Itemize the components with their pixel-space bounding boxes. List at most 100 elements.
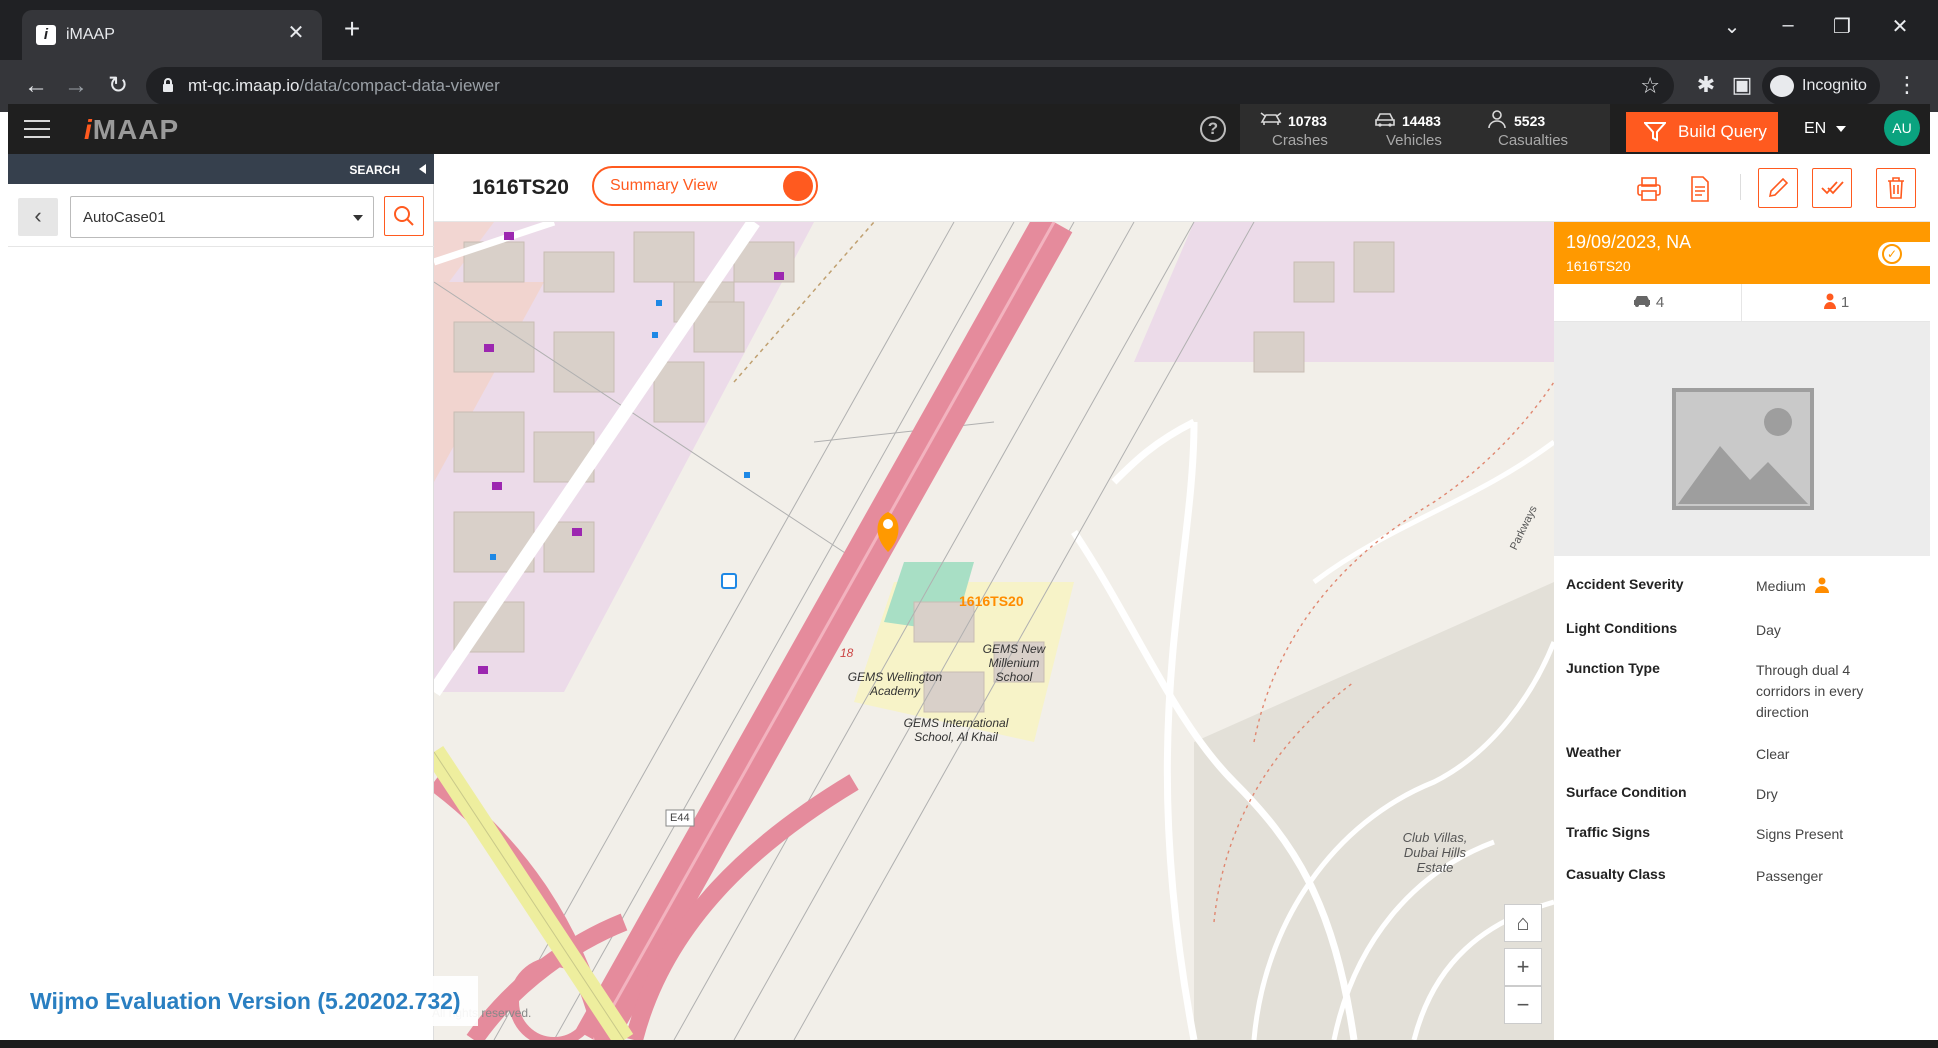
- incognito-badge[interactable]: Incognito: [1762, 67, 1880, 105]
- road-number-label: 18: [840, 646, 854, 660]
- crash-icon: [1260, 112, 1282, 125]
- incognito-icon: [1770, 75, 1794, 97]
- logo-prefix: i: [84, 114, 93, 145]
- wijmo-watermark: Wijmo Evaluation Version (5.20202.732): [18, 976, 478, 1026]
- map-view[interactable]: 1616TS20 E44 18 GEMS Wellington Academy …: [434, 222, 1554, 1040]
- attr-value: Signs Present: [1756, 826, 1844, 842]
- zoom-out-button[interactable]: −: [1504, 986, 1542, 1024]
- attr-label: Casualty Class: [1566, 866, 1666, 882]
- photo-placeholder[interactable]: [1554, 322, 1930, 556]
- close-window-icon[interactable]: ✕: [1880, 14, 1920, 39]
- verify-toggle[interactable]: ✓: [1878, 242, 1930, 266]
- restore-icon[interactable]: ❐: [1822, 14, 1862, 39]
- chevron-down-icon: [353, 215, 363, 221]
- search-button[interactable]: [384, 196, 424, 236]
- content-toolbar: 1616TS20 Summary View: [434, 154, 1930, 222]
- url-host: mt-qc.imaap.io: [188, 76, 300, 95]
- hamburger-menu-icon[interactable]: [24, 120, 50, 140]
- user-avatar[interactable]: AU: [1884, 110, 1920, 146]
- chevron-down-icon[interactable]: [1836, 126, 1846, 132]
- summary-view-label: Summary View: [610, 177, 718, 194]
- logo-text: MAAP: [92, 114, 180, 145]
- route-shield-label: E44: [670, 812, 690, 824]
- person-icon: [1488, 110, 1506, 128]
- divider: [8, 246, 434, 247]
- close-tab-icon[interactable]: ✕: [284, 21, 308, 45]
- url-path: /data/compact-data-viewer: [299, 76, 500, 95]
- search-icon: [394, 206, 414, 226]
- forward-icon[interactable]: →: [62, 72, 90, 100]
- attr-label: Accident Severity: [1566, 576, 1684, 592]
- attr-value: Passenger: [1756, 868, 1823, 884]
- casualty-count-value: 1: [1840, 294, 1850, 311]
- language-select[interactable]: EN: [1804, 120, 1826, 138]
- new-tab-icon[interactable]: +: [336, 14, 368, 46]
- school-label: GEMS International School, Al Khail: [903, 716, 1009, 744]
- car-icon: [1375, 113, 1395, 127]
- extensions-icon[interactable]: ✱: [1692, 72, 1720, 98]
- person-icon: [1823, 293, 1836, 309]
- bookmark-star-icon[interactable]: ☆: [1640, 73, 1660, 99]
- build-query-button[interactable]: Build Query: [1626, 112, 1778, 152]
- stat-label: Crashes: [1272, 132, 1328, 149]
- help-icon[interactable]: ?: [1200, 116, 1226, 142]
- toggle-knob: [783, 171, 813, 201]
- address-bar[interactable]: mt-qc.imaap.io/data/compact-data-viewer …: [146, 67, 1674, 105]
- school-label: GEMS New Millenium School: [982, 642, 1046, 684]
- minimize-icon[interactable]: –: [1768, 14, 1808, 37]
- trash-icon: [1888, 177, 1904, 199]
- back-icon[interactable]: ←: [22, 72, 50, 100]
- vehicle-count[interactable]: 4: [1554, 284, 1742, 322]
- back-button[interactable]: ‹: [18, 198, 58, 236]
- taskbar: [0, 1040, 1938, 1048]
- attr-value: Day: [1756, 622, 1781, 638]
- summary-view-toggle[interactable]: Summary View: [592, 166, 818, 206]
- attr-label: Traffic Signs: [1566, 824, 1651, 840]
- url-text: mt-qc.imaap.io/data/compact-data-viewer: [188, 76, 500, 96]
- detail-panel: 19/09/2023, NA 1616TS20 ✓ 4 1 Accident S…: [1554, 222, 1930, 1048]
- home-button[interactable]: ⌂: [1504, 904, 1542, 942]
- divider: [1740, 174, 1741, 200]
- incognito-label: Incognito: [1802, 77, 1867, 94]
- search-strip-label: SEARCH: [349, 163, 400, 177]
- side-panel-icon[interactable]: ▣: [1728, 72, 1756, 98]
- case-select[interactable]: AutoCase01: [70, 196, 374, 238]
- browser-menu-icon[interactable]: ⋮: [1896, 72, 1918, 98]
- stat-value: 10783: [1288, 113, 1327, 129]
- document-icon[interactable]: [1682, 172, 1716, 206]
- screen: i iMAAP ✕ + ⌄ – ❐ ✕ ← → ↻ mt-qc.imaap.io…: [0, 0, 1938, 1048]
- detail-counts: 4 1: [1554, 284, 1930, 322]
- casualty-count[interactable]: 1: [1742, 284, 1930, 322]
- stat-value: 5523: [1514, 113, 1546, 129]
- car-icon: [1633, 296, 1650, 307]
- edit-button[interactable]: [1758, 168, 1798, 208]
- detail-header: 19/09/2023, NA 1616TS20 ✓: [1554, 222, 1930, 284]
- commercial-area: [1134, 222, 1554, 362]
- reload-icon[interactable]: ↻: [104, 72, 132, 100]
- attr-label: Junction Type: [1566, 660, 1660, 676]
- map-canvas: [434, 222, 1554, 1040]
- school-label: GEMS Wellington Academy: [847, 670, 943, 698]
- print-icon[interactable]: [1632, 172, 1666, 206]
- tab-search-icon[interactable]: ⌄: [1712, 14, 1752, 39]
- delete-button[interactable]: [1876, 168, 1916, 208]
- search-strip: SEARCH: [8, 154, 434, 184]
- lock-icon: [163, 78, 173, 92]
- double-check-icon: [1821, 181, 1844, 195]
- filter-icon: [1644, 122, 1666, 142]
- browser-tab[interactable]: i iMAAP ✕: [22, 10, 322, 60]
- build-query-label: Build Query: [1678, 122, 1767, 141]
- estate-label: Club Villas, Dubai Hills Estate: [1402, 830, 1468, 875]
- attr-value: Through dual 4 corridors in every direct…: [1756, 662, 1864, 720]
- attr-value: Dry: [1756, 786, 1778, 802]
- bus-stop-icon: [721, 573, 737, 589]
- approve-button[interactable]: [1812, 168, 1852, 208]
- zoom-in-button[interactable]: +: [1504, 948, 1542, 986]
- case-select-value: AutoCase01: [83, 209, 166, 226]
- collapse-panel-icon[interactable]: [419, 164, 426, 174]
- image-placeholder-icon: [1672, 388, 1814, 510]
- left-search-panel: SEARCH ‹ AutoCase01: [8, 154, 434, 1048]
- stats-bar: 10783 Crashes 14483 Vehicles 5523 Casual…: [1240, 104, 1610, 154]
- attr-label: Surface Condition: [1566, 784, 1687, 800]
- stat-value: 14483: [1402, 113, 1441, 129]
